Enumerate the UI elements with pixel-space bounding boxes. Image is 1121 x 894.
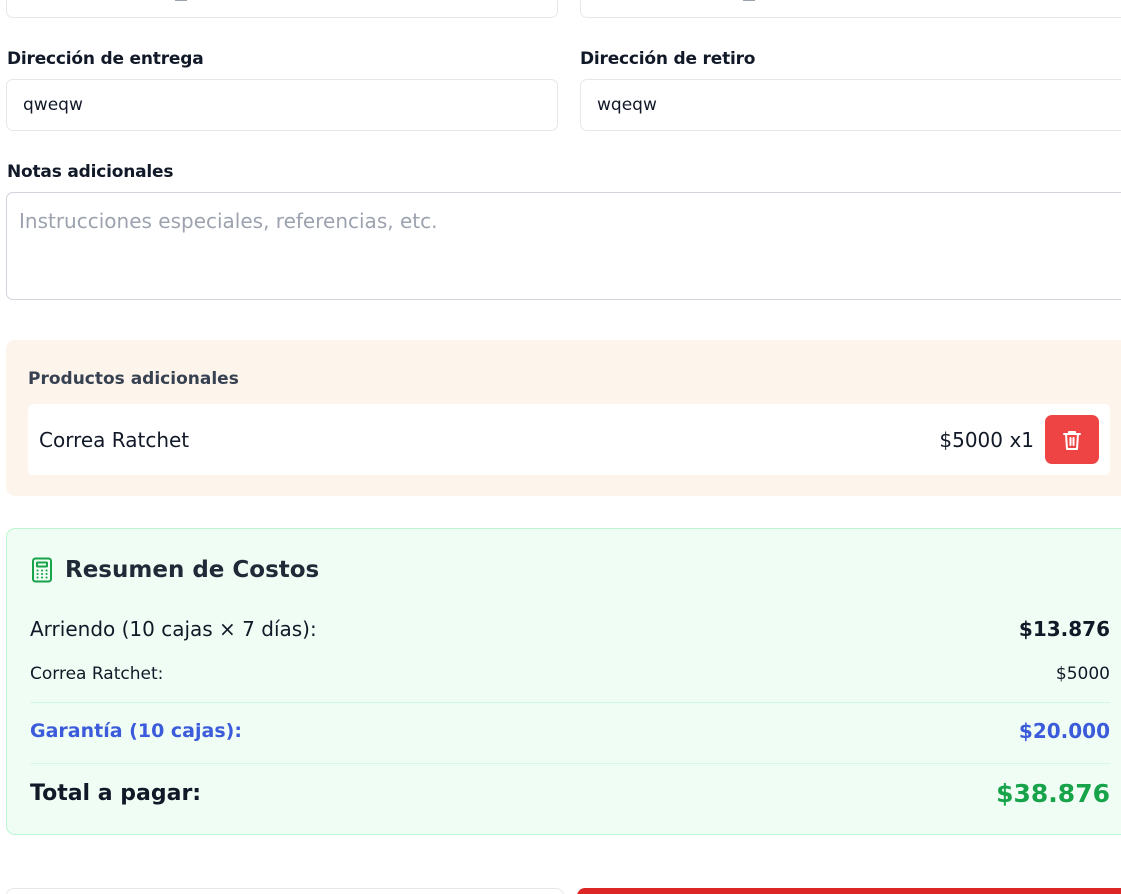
additional-products-title: Productos adicionales xyxy=(28,369,239,389)
total-label: Total a pagar: xyxy=(30,781,202,806)
product-quantity: x1 xyxy=(1009,428,1034,452)
total-value: $38.876 xyxy=(996,779,1110,808)
pickup-address-label: Dirección de retiro xyxy=(580,49,756,69)
summary-divider xyxy=(30,702,1110,703)
delivery-address-label: Dirección de entrega xyxy=(7,49,204,69)
trash-icon xyxy=(1063,430,1081,450)
order-form-page: Dirección de entrega Dirección de retiro… xyxy=(0,0,1121,894)
deposit-value: $20.000 xyxy=(1018,719,1110,743)
top-right-input[interactable] xyxy=(580,0,1121,18)
product-name: Correa Ratchet xyxy=(39,428,190,452)
calculator-icon xyxy=(32,557,52,583)
notes-label: Notas adicionales xyxy=(7,162,174,182)
top-left-input[interactable] xyxy=(6,0,558,18)
input-caret xyxy=(743,0,755,1)
confirm-button[interactable] xyxy=(577,888,1121,894)
additional-products-panel: Productos adicionales Correa Ratchet $50… xyxy=(6,340,1121,496)
rental-cost-line: Arriendo (10 cajas × 7 días): $13.876 xyxy=(30,617,1110,641)
rental-cost-value: $13.876 xyxy=(1018,617,1110,641)
pickup-address-input[interactable] xyxy=(580,79,1121,131)
notes-textarea[interactable] xyxy=(6,192,1121,300)
cost-summary-title: Resumen de Costos xyxy=(65,557,320,583)
cost-summary-panel: Resumen de Costos Arriendo (10 cajas × 7… xyxy=(6,528,1121,835)
input-caret xyxy=(175,0,187,1)
deposit-label: Garantía (10 cajas): xyxy=(30,720,242,742)
rental-cost-label: Arriendo (10 cajas × 7 días): xyxy=(30,617,317,641)
additional-product-row: Correa Ratchet $5000 x1 xyxy=(28,404,1110,475)
extra-cost-value: $5000 xyxy=(1055,664,1110,684)
extra-cost-label: Correa Ratchet: xyxy=(30,664,164,684)
cost-summary-header: Resumen de Costos xyxy=(31,557,319,583)
extra-cost-line: Correa Ratchet: $5000 xyxy=(30,664,1110,684)
total-line: Total a pagar: $38.876 xyxy=(30,779,1110,808)
summary-divider xyxy=(30,763,1110,764)
delivery-address-input[interactable] xyxy=(6,79,558,131)
deposit-line: Garantía (10 cajas): $20.000 xyxy=(30,719,1110,743)
back-button[interactable] xyxy=(6,888,564,894)
product-price: $5000 xyxy=(939,428,1003,452)
delete-product-button[interactable] xyxy=(1045,415,1099,464)
